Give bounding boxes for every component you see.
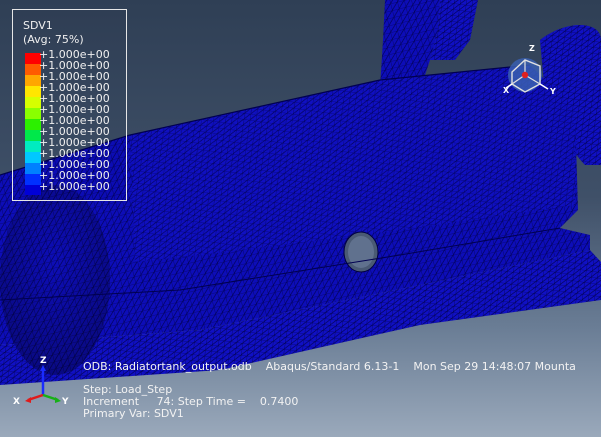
- legend-title: SDV1: [23, 19, 53, 32]
- legend-value-label: +1.000e+00: [39, 180, 110, 193]
- view-cube-y-label: Y: [550, 87, 556, 96]
- abaqus-viewport[interactable]: SDV1 (Avg: 75%) +1.000e+00 +1.000e+00 +1.0…: [0, 0, 601, 437]
- view-cube-x-label: X: [503, 86, 510, 95]
- coordinate-triad: [25, 365, 61, 403]
- primary-var-info: Primary Var: SDV1: [83, 407, 184, 420]
- contour-legend[interactable]: SDV1 (Avg: 75%) +1.000e+00 +1.000e+00 +1.0…: [12, 9, 127, 201]
- triad-y-label: Y: [62, 397, 69, 407]
- triad-x-label: X: [13, 397, 20, 407]
- triad-z-label: Z: [40, 356, 47, 366]
- view-cube-center-dot: [521, 71, 529, 79]
- view-cube-z-label: Z: [529, 44, 535, 53]
- odb-info: ODB: Radiatortank_output.odb Abaqus/Stan…: [83, 360, 576, 373]
- legend-averaging: (Avg: 75%): [23, 33, 84, 46]
